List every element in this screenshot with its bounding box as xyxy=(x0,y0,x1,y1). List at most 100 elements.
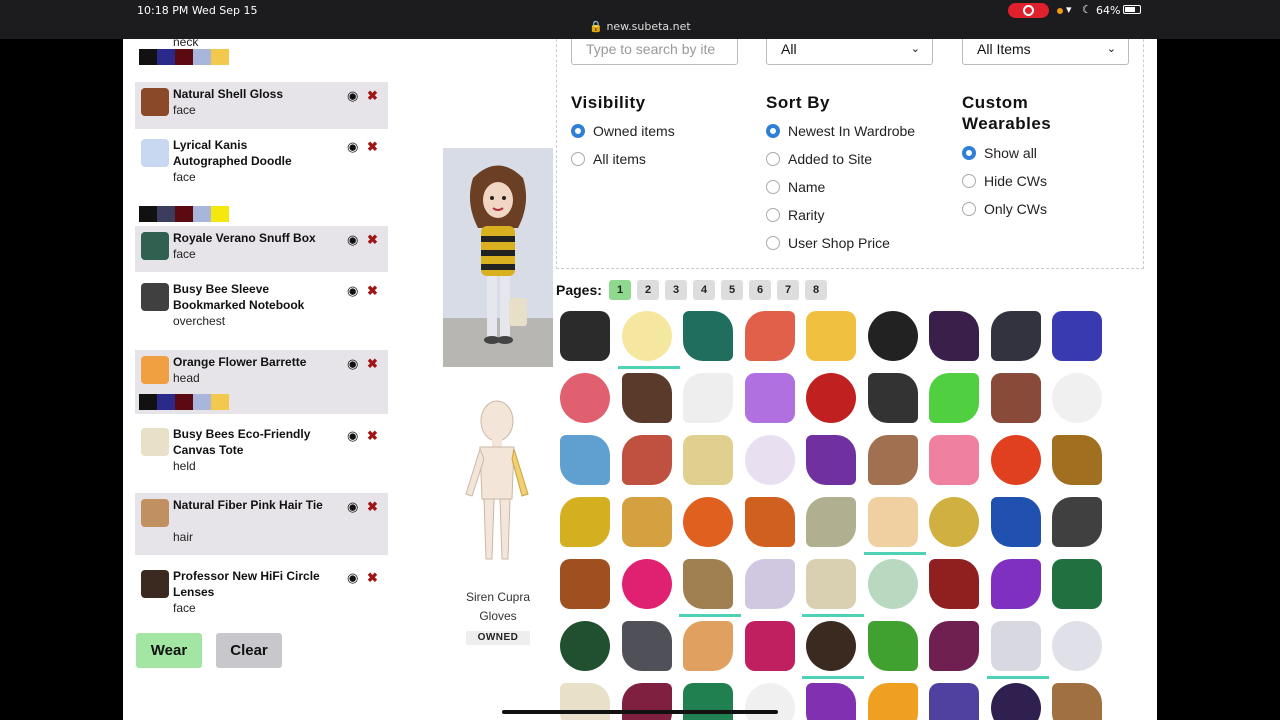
item-cell[interactable] xyxy=(864,307,920,363)
color-swatch[interactable] xyxy=(193,394,211,410)
worn-item[interactable]: Royale Verano Snuff Box ◉ ✖ face xyxy=(135,226,388,272)
color-swatch[interactable] xyxy=(157,394,175,410)
remove-icon[interactable]: ✖ xyxy=(367,570,378,586)
item-cell[interactable] xyxy=(741,555,797,611)
remove-icon[interactable]: ✖ xyxy=(367,88,378,104)
radio-name[interactable]: Name xyxy=(766,178,825,196)
item-cell[interactable] xyxy=(1048,679,1104,720)
item-cell[interactable] xyxy=(925,369,981,425)
remove-icon[interactable]: ✖ xyxy=(367,232,378,248)
eye-icon[interactable]: ◉ xyxy=(347,356,358,372)
item-cell[interactable] xyxy=(741,369,797,425)
color-swatch[interactable] xyxy=(193,49,211,65)
color-swatch[interactable] xyxy=(211,394,229,410)
item-cell[interactable] xyxy=(679,555,741,617)
item-cell[interactable] xyxy=(925,431,981,487)
item-cell[interactable] xyxy=(679,431,735,487)
item-cell[interactable] xyxy=(987,431,1043,487)
item-cell[interactable] xyxy=(864,679,920,720)
radio-newest-in-wardrobe[interactable]: Newest In Wardrobe xyxy=(766,122,915,140)
item-cell[interactable] xyxy=(987,307,1043,363)
worn-item[interactable]: Orange Flower Barrette ◉ ✖ head xyxy=(135,350,388,414)
item-cell[interactable] xyxy=(864,431,920,487)
eye-icon[interactable]: ◉ xyxy=(347,139,358,155)
color-swatch[interactable] xyxy=(211,49,229,65)
color-swatch[interactable] xyxy=(175,206,193,222)
eye-icon[interactable]: ◉ xyxy=(347,88,358,104)
item-cell[interactable] xyxy=(925,617,981,673)
page-8-button[interactable]: 8 xyxy=(805,280,827,300)
item-cell[interactable] xyxy=(864,369,920,425)
radio-show-all[interactable]: Show all xyxy=(962,144,1037,162)
radio-owned-items[interactable]: Owned items xyxy=(571,122,675,140)
address-url[interactable]: 🔒 new.subeta.net xyxy=(0,20,1280,33)
wear-button[interactable]: Wear xyxy=(136,633,202,668)
item-cell[interactable] xyxy=(1048,493,1104,549)
item-cell[interactable] xyxy=(618,617,674,673)
eye-icon[interactable]: ◉ xyxy=(347,283,358,299)
item-cell[interactable] xyxy=(741,307,797,363)
item-cell[interactable] xyxy=(987,369,1043,425)
item-cell[interactable] xyxy=(802,493,858,549)
item-cell[interactable] xyxy=(925,555,981,611)
item-cell[interactable] xyxy=(679,493,735,549)
item-cell[interactable] xyxy=(986,617,1049,679)
page-1-button[interactable]: 1 xyxy=(609,280,631,300)
page-7-button[interactable]: 7 xyxy=(777,280,799,300)
item-cell[interactable] xyxy=(802,555,864,617)
worn-item[interactable]: Busy Bee Sleeve Bookmarked Notebook ◉ ✖ ove… xyxy=(135,277,388,343)
remove-icon[interactable]: ✖ xyxy=(367,428,378,444)
item-cell[interactable] xyxy=(802,369,858,425)
item-cell[interactable] xyxy=(864,617,920,673)
color-swatch[interactable] xyxy=(139,206,157,222)
item-cell[interactable] xyxy=(987,555,1043,611)
radio-user-shop-price[interactable]: User Shop Price xyxy=(766,234,890,252)
page-2-button[interactable]: 2 xyxy=(637,280,659,300)
item-type-select[interactable]: All Items ⌄ xyxy=(962,39,1129,65)
item-cell[interactable] xyxy=(925,679,981,720)
item-cell[interactable] xyxy=(556,617,612,673)
color-swatch[interactable] xyxy=(139,49,157,65)
item-cell[interactable] xyxy=(802,431,858,487)
eye-icon[interactable]: ◉ xyxy=(347,232,358,248)
item-cell[interactable] xyxy=(556,307,612,363)
worn-item[interactable]: neck xyxy=(135,39,388,69)
color-swatch[interactable] xyxy=(175,49,193,65)
home-indicator[interactable] xyxy=(502,710,778,714)
item-cell[interactable] xyxy=(556,369,612,425)
item-cell[interactable] xyxy=(618,493,674,549)
color-swatch[interactable] xyxy=(193,206,211,222)
worn-item[interactable]: Natural Fiber Pink Hair Tie ◉ ✖ hair xyxy=(135,493,388,555)
item-cell[interactable] xyxy=(863,493,926,555)
remove-icon[interactable]: ✖ xyxy=(367,139,378,155)
item-cell[interactable] xyxy=(618,431,674,487)
eye-icon[interactable]: ◉ xyxy=(347,499,358,515)
page-6-button[interactable]: 6 xyxy=(749,280,771,300)
item-cell[interactable] xyxy=(1048,307,1104,363)
item-cell[interactable] xyxy=(556,555,612,611)
radio-rarity[interactable]: Rarity xyxy=(766,206,825,224)
radio-added-to-site[interactable]: Added to Site xyxy=(766,150,872,168)
color-swatch[interactable] xyxy=(157,49,175,65)
page-4-button[interactable]: 4 xyxy=(693,280,715,300)
screen-record-icon[interactable] xyxy=(1008,3,1049,18)
item-cell[interactable] xyxy=(679,369,735,425)
radio-hide-cws[interactable]: Hide CWs xyxy=(962,172,1047,190)
item-cell[interactable] xyxy=(802,679,858,720)
color-swatch[interactable] xyxy=(175,394,193,410)
item-cell[interactable] xyxy=(925,307,981,363)
item-cell[interactable] xyxy=(556,431,612,487)
item-cell[interactable] xyxy=(1048,431,1104,487)
item-cell[interactable] xyxy=(864,555,920,611)
item-cell[interactable] xyxy=(741,617,797,673)
item-cell[interactable] xyxy=(1048,617,1104,673)
item-cell[interactable] xyxy=(618,555,674,611)
item-cell[interactable] xyxy=(925,493,981,549)
radio-only-cws[interactable]: Only CWs xyxy=(962,200,1047,218)
item-cell[interactable] xyxy=(679,307,735,363)
item-cell[interactable] xyxy=(1048,555,1104,611)
item-cell[interactable] xyxy=(1048,369,1104,425)
worn-item[interactable]: Busy Bees Eco-Friendly Canvas Tote ◉ ✖ held xyxy=(135,422,388,488)
remove-icon[interactable]: ✖ xyxy=(367,283,378,299)
item-cell[interactable] xyxy=(987,493,1043,549)
